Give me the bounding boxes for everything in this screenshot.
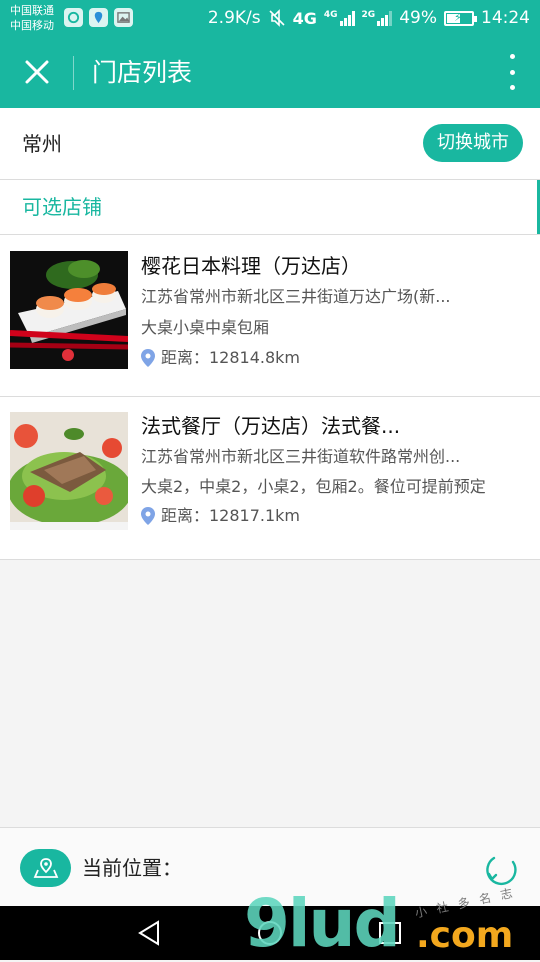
switch-city-button[interactable]: 切换城市 <box>423 124 523 162</box>
status-indicators: 2.9K/s 4G 4G 2G 49% ⚡ 14:24 <box>208 8 530 28</box>
store-tables: 大桌2，中桌2，小桌2，包厢2。餐位可提前预定 <box>141 477 486 496</box>
salad-photo <box>10 412 128 530</box>
map-pin-icon <box>141 349 155 367</box>
signal-icon-2: 2G <box>362 10 393 26</box>
location-bar: 当前位置： <box>0 827 540 906</box>
store-list: 樱花日本料理（万达店） 江苏省常州市新北区三井街道万达广场(新... 大桌小桌中… <box>0 235 540 560</box>
current-city: 常州 <box>22 132 62 156</box>
carrier-2: 中国移动 <box>10 19 54 32</box>
carrier-info: 中国联通 中国移动 <box>10 3 54 33</box>
carrier-1: 中国联通 <box>10 4 54 17</box>
section-header: 可选店铺 <box>0 180 540 235</box>
image-notification-icon <box>114 8 133 27</box>
store-distance: 距离：12817.1km <box>141 504 300 528</box>
distance-text: 距离：12817.1km <box>161 506 301 525</box>
home-icon[interactable] <box>256 919 284 947</box>
battery-icon: ⚡ <box>444 10 477 26</box>
app-header: 门店列表 <box>0 36 540 108</box>
store-name: 法式餐厅（万达店）法式餐... <box>141 414 401 438</box>
network-type-1: 4G <box>292 8 317 28</box>
distance-text: 距离：12814.8km <box>161 348 301 367</box>
location-notification-icon <box>89 8 108 27</box>
current-location-label: 当前位置： <box>82 856 182 880</box>
recent-apps-icon[interactable] <box>376 919 404 947</box>
battery-percent: 49% <box>399 8 437 28</box>
map-pin-icon <box>141 507 155 525</box>
clock: 14:24 <box>481 8 530 28</box>
locate-button[interactable] <box>20 849 71 887</box>
page-title: 门店列表 <box>92 58 193 87</box>
back-icon[interactable] <box>136 919 164 947</box>
more-options-button[interactable] <box>506 54 518 90</box>
close-icon <box>25 60 49 84</box>
section-title: 可选店铺 <box>22 195 102 219</box>
store-item-french[interactable]: 法式餐厅（万达店）法式餐... 江苏省常州市新北区三井街道软件路常州创... 大… <box>0 397 540 560</box>
signal-icon-1: 4G <box>324 10 355 26</box>
notification-icons <box>64 8 133 27</box>
sushi-photo <box>10 251 128 369</box>
store-address: 江苏省常州市新北区三井街道万达广场(新... <box>141 287 451 306</box>
system-navigation-bar <box>0 906 540 960</box>
header-divider <box>73 56 74 90</box>
store-item-sakura[interactable]: 樱花日本料理（万达店） 江苏省常州市新北区三井街道万达广场(新... 大桌小桌中… <box>0 235 540 397</box>
store-tables: 大桌小桌中桌包厢 <box>141 318 270 337</box>
app-notification-icon <box>64 8 83 27</box>
status-bar: 中国联通 中国移动 2.9K/s 4G 4G 2G 49% ⚡ 14:24 <box>0 0 540 36</box>
network-type-3: 2G <box>361 10 376 20</box>
store-name: 樱花日本料理（万达店） <box>141 254 361 278</box>
store-distance: 距离：12814.8km <box>141 346 300 370</box>
store-address: 江苏省常州市新北区三井街道软件路常州创... <box>141 447 461 466</box>
close-button[interactable] <box>18 53 56 91</box>
mute-icon <box>269 9 285 27</box>
network-type-2: 4G <box>323 10 338 20</box>
more-vertical-icon <box>509 54 515 59</box>
network-speed: 2.9K/s <box>207 8 261 28</box>
map-pin-icon <box>33 858 58 878</box>
city-bar: 常州 切换城市 <box>0 108 540 180</box>
refresh-icon[interactable] <box>483 850 521 888</box>
